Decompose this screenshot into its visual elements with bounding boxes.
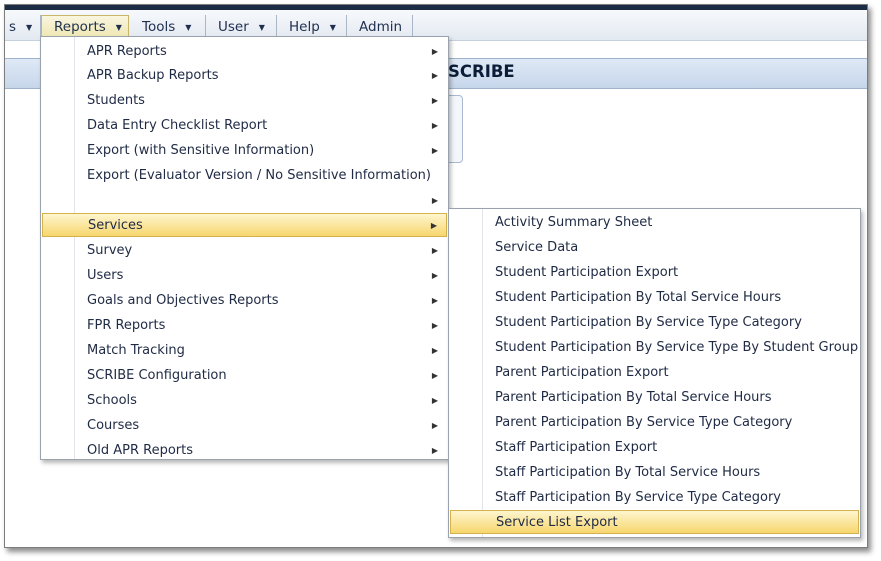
menu-item-label: Students — [87, 92, 145, 108]
submenu-arrow-icon: ▶ — [430, 220, 437, 230]
menu-item-label: Staff Participation By Total Service Hou… — [495, 464, 761, 480]
chevron-down-icon: ▼ — [115, 22, 122, 32]
submenu-arrow-icon: ▶ — [431, 70, 438, 80]
menu-item-label: Student Participation By Service Type Ca… — [495, 314, 802, 330]
menu-item-label: Goals and Objectives Reports — [87, 292, 279, 308]
page-title: SCRIBE — [448, 62, 515, 81]
menu-item-apr-backup-reports[interactable]: APR Backup Reports ▶ — [42, 63, 447, 87]
menu-item-label: Student Participation By Total Service H… — [495, 289, 782, 305]
menu-item-student-participation-type-group[interactable]: Student Participation By Service Type By… — [450, 335, 859, 359]
menu-item-label: Courses — [87, 417, 140, 433]
menu-item-label: Match Tracking — [87, 342, 185, 358]
menu-item-data-entry-checklist[interactable]: Data Entry Checklist Report ▶ — [42, 113, 447, 137]
submenu-arrow-icon: ▶ — [431, 120, 438, 130]
menu-item-goals-objectives[interactable]: Goals and Objectives Reports ▶ — [42, 288, 447, 312]
menu-item-label: Parent Participation By Service Type Cat… — [495, 414, 793, 430]
menu-item-label: Services — [88, 217, 143, 233]
menu-user-label: User — [218, 19, 249, 35]
chevron-down-icon: ▼ — [258, 22, 265, 32]
menu-item-label: APR Reports — [87, 43, 167, 59]
menu-item-activity-summary-sheet[interactable]: Activity Summary Sheet — [450, 210, 859, 234]
menu-item-survey[interactable]: Survey ▶ — [42, 238, 447, 262]
menu-item-export-sensitive[interactable]: Export (with Sensitive Information) ▶ — [42, 138, 447, 162]
menu-item-users[interactable]: Users ▶ — [42, 263, 447, 287]
menu-item-label: Activity Summary Sheet — [495, 214, 653, 230]
menu-item-label: Survey — [87, 242, 133, 258]
menu-item-parent-participation-hours[interactable]: Parent Participation By Total Service Ho… — [450, 385, 859, 409]
menu-item-label: FPR Reports — [87, 317, 166, 333]
menu-item-label: Export (Evaluator Version / No Sensitive… — [87, 167, 431, 183]
submenu-arrow-icon: ▶ — [431, 420, 438, 430]
submenu-arrow-icon: ▶ — [431, 95, 438, 105]
menu-item-student-participation-type-category[interactable]: Student Participation By Service Type Ca… — [450, 310, 859, 334]
menu-item-label: Student Participation By Service Type By… — [495, 339, 859, 355]
menu-item-label: Parent Participation By Total Service Ho… — [495, 389, 772, 405]
menu-item-staff-participation-hours[interactable]: Staff Participation By Total Service Hou… — [450, 460, 859, 484]
menu-item-match-tracking[interactable]: Match Tracking ▶ — [42, 338, 447, 362]
menu-item-service-data[interactable]: Service Data — [450, 235, 859, 259]
reports-dropdown-menu: APR Reports ▶ APR Backup Reports ▶ Student… — [40, 36, 449, 460]
chevron-down-icon: ▼ — [185, 22, 192, 32]
menu-item-label: Users — [87, 267, 124, 283]
app-window: s ▼ Reports ▼ Tools ▼ User ▼ Help ▼ Admi… — [4, 4, 868, 548]
menu-item-scribe-configuration[interactable]: SCRIBE Configuration ▶ — [42, 363, 447, 387]
menu-item-label: Staff Participation Export — [495, 439, 658, 455]
submenu-arrow-icon: ▶ — [431, 145, 438, 155]
menu-item-label: Service Data — [495, 239, 579, 255]
submenu-arrow-icon: ▶ — [431, 270, 438, 280]
menu-item-label: Student Participation Export — [495, 264, 679, 280]
menu-item-staff-participation-type-category[interactable]: Staff Participation By Service Type Cate… — [450, 485, 859, 509]
menu-item-students[interactable]: Students ▶ — [42, 88, 447, 112]
menu-item-label: APR Backup Reports — [87, 67, 219, 83]
menu-item-staff-participation-export[interactable]: Staff Participation Export — [450, 435, 859, 459]
menu-prev-item[interactable]: s ▼ — [5, 15, 41, 39]
menu-item-label: Staff Participation By Service Type Cate… — [495, 489, 781, 505]
menu-item-label: Schools — [87, 392, 137, 408]
chevron-down-icon: ▼ — [26, 22, 33, 32]
menu-item-old-apr-reports[interactable]: Old APR Reports ▶ — [42, 438, 447, 462]
submenu-arrow-icon: ▶ — [431, 395, 438, 405]
menu-item-student-participation-hours[interactable]: Student Participation By Total Service H… — [450, 285, 859, 309]
submenu-arrow-icon: ▶ — [431, 370, 438, 380]
menu-item-label: Parent Participation Export — [495, 364, 669, 380]
menu-item-schools[interactable]: Schools ▶ — [42, 388, 447, 412]
menu-item-parent-participation-type-category[interactable]: Parent Participation By Service Type Cat… — [450, 410, 859, 434]
submenu-arrow-icon: ▶ — [431, 320, 438, 330]
menu-reports-label: Reports — [54, 19, 106, 35]
submenu-arrow-icon: ▶ — [431, 295, 438, 305]
menu-item-courses[interactable]: Courses ▶ — [42, 413, 447, 437]
menu-item-label: Export (with Sensitive Information) — [87, 142, 315, 158]
submenu-arrow-icon: ▶ — [431, 345, 438, 355]
chevron-down-icon: ▼ — [329, 22, 336, 32]
menu-prev-label: s — [9, 19, 17, 35]
menu-item-export-evaluator[interactable]: Export (Evaluator Version / No Sensitive… — [42, 163, 447, 187]
menu-item-label: SCRIBE Configuration — [87, 367, 227, 383]
menu-item-label: Old APR Reports — [87, 442, 193, 458]
menu-item-fpr-reports[interactable]: FPR Reports ▶ — [42, 313, 447, 337]
menu-item-services[interactable]: Services ▶ — [42, 213, 447, 237]
menu-tools-label: Tools — [142, 19, 176, 35]
submenu-arrow-icon: ▶ — [431, 445, 438, 455]
menu-item-label: Service List Export — [496, 514, 618, 530]
menu-help-label: Help — [289, 19, 320, 35]
submenu-arrow-icon: ▶ — [431, 195, 438, 205]
menu-admin-label: Admin — [359, 19, 403, 35]
submenu-arrow-icon: ▶ — [431, 245, 438, 255]
menu-item-blank[interactable]: ▶ — [42, 188, 447, 212]
menu-item-apr-reports[interactable]: APR Reports ▶ — [42, 39, 447, 63]
menu-item-label: Data Entry Checklist Report — [87, 117, 268, 133]
services-submenu: Activity Summary Sheet Service Data Stud… — [448, 208, 861, 538]
menu-item-parent-participation-export[interactable]: Parent Participation Export — [450, 360, 859, 384]
menu-item-service-list-export[interactable]: Service List Export — [450, 510, 859, 534]
menu-item-student-participation-export[interactable]: Student Participation Export — [450, 260, 859, 284]
submenu-arrow-icon: ▶ — [431, 46, 438, 56]
